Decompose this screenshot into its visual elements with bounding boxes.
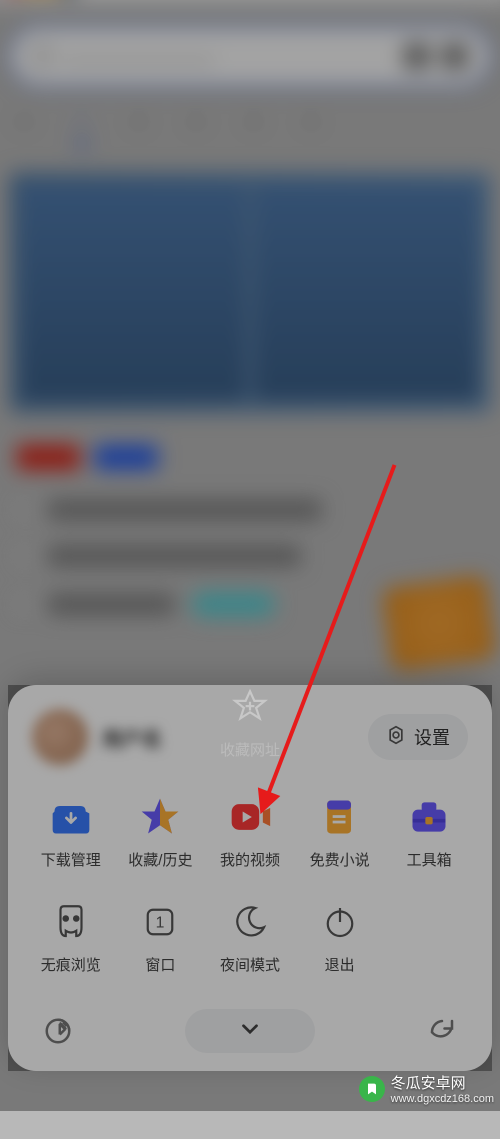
watermark-url: www.dgxcdz168.com: [391, 1093, 494, 1105]
menu-grid: 下载管理 收藏/历史 我的视频: [26, 783, 474, 995]
bottom-sheet-menu: 用户名 设置 下载管理: [8, 685, 492, 1071]
watermark-title: 冬瓜安卓网: [391, 1072, 494, 1093]
menu-label: 收藏网址: [220, 739, 280, 760]
favorite-site-icon: [228, 685, 272, 729]
watermark-badge-icon: [359, 1076, 385, 1102]
menu-item-favorite-site[interactable]: 收藏网址: [8, 685, 492, 1071]
watermark: 冬瓜安卓网 www.dgxcdz168.com: [359, 1072, 494, 1105]
